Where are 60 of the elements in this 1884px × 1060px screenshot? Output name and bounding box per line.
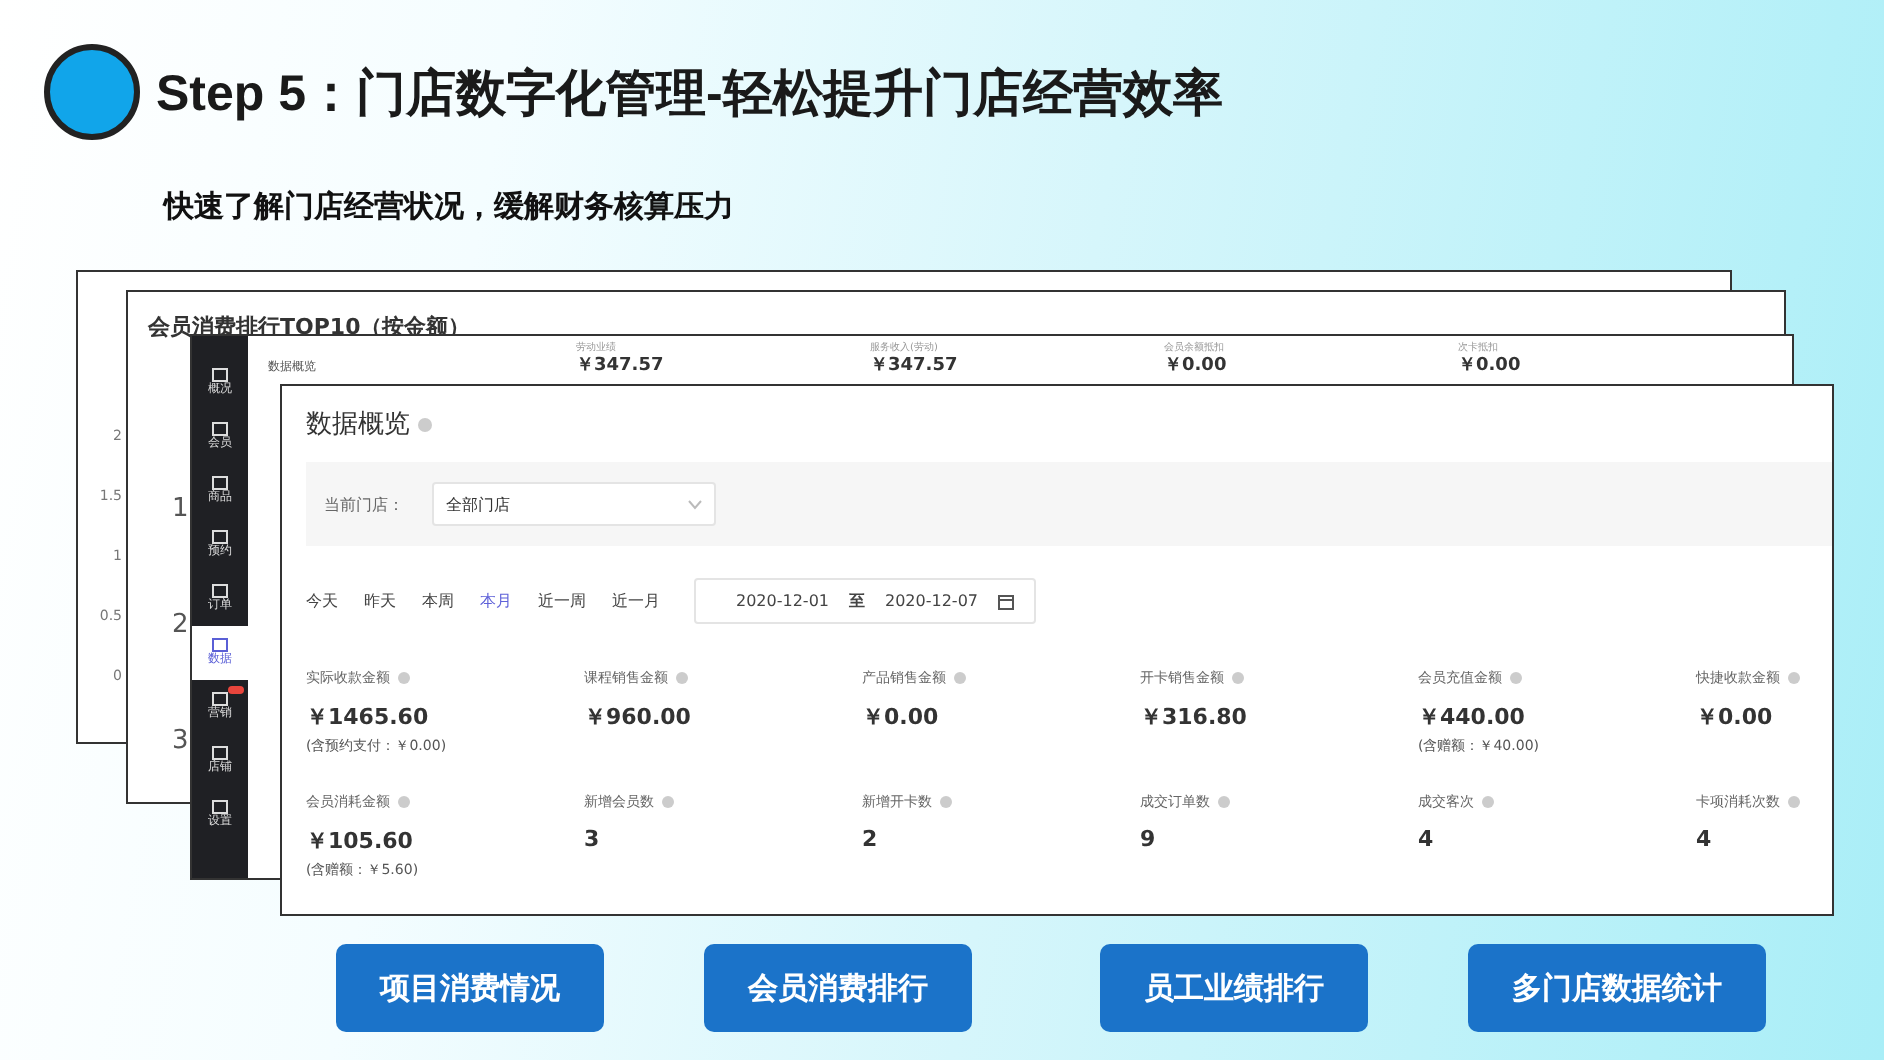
store-label: 当前门店：	[324, 493, 404, 515]
stat-value: ￥440.00	[1418, 702, 1525, 732]
info-icon	[398, 672, 410, 684]
date-tab[interactable]: 近一月	[612, 590, 660, 612]
info-icon	[418, 417, 432, 431]
stat-value: 9	[1140, 826, 1156, 852]
square-icon	[212, 746, 228, 760]
info-icon	[676, 672, 688, 684]
date-tab[interactable]: 昨天	[364, 590, 396, 612]
date-range-field[interactable]: 2020-12-01 至 2020-12-07	[694, 578, 1036, 624]
square-icon	[212, 368, 228, 382]
rank-number: 3	[172, 728, 189, 756]
info-icon	[1482, 796, 1494, 808]
calendar-icon	[998, 593, 1014, 609]
stat-value: ￥0.00	[1458, 356, 1521, 378]
date-tab[interactable]: 本月	[480, 590, 512, 612]
stat-value: ￥0.00	[1696, 702, 1773, 732]
feature-button[interactable]: 员工业绩排行	[1100, 944, 1368, 1032]
info-icon	[1510, 672, 1522, 684]
info-icon	[940, 796, 952, 808]
store-select[interactable]: 全部门店	[432, 482, 716, 526]
stat-value: ￥0.00	[862, 702, 939, 732]
info-icon	[1788, 796, 1800, 808]
stat-value: ￥0.00	[1164, 356, 1227, 378]
date-tab[interactable]: 近一周	[538, 590, 586, 612]
stat-value: ￥347.57	[576, 356, 664, 378]
square-icon	[212, 638, 228, 652]
date-tab[interactable]: 本周	[422, 590, 454, 612]
slide-subtitle: 快速了解门店经营状况，缓解财务核算压力	[164, 188, 734, 226]
square-icon	[212, 422, 228, 436]
stat-value: ￥1465.60	[306, 702, 429, 732]
rank-number: 2	[172, 612, 189, 640]
info-icon	[1232, 672, 1244, 684]
stat-value: ￥316.80	[1140, 702, 1247, 732]
caret-icon	[688, 499, 702, 509]
stat-value: 4	[1418, 826, 1434, 852]
circle-icon	[44, 44, 140, 140]
slide-title: Step 5：门店数字化管理-轻松提升门店经营效率	[156, 63, 1223, 125]
stat-value: ￥347.57	[870, 356, 958, 378]
info-icon	[1788, 672, 1800, 684]
stat-value: ￥960.00	[584, 702, 691, 732]
square-icon	[212, 692, 228, 706]
feature-button[interactable]: 会员消费排行	[704, 944, 972, 1032]
stat-value: ￥105.60	[306, 826, 413, 856]
square-icon	[212, 530, 228, 544]
rank-number: 1	[172, 496, 189, 524]
info-icon	[1218, 796, 1230, 808]
feature-button[interactable]: 多门店数据统计	[1468, 944, 1766, 1032]
square-icon	[212, 584, 228, 598]
square-icon	[212, 800, 228, 814]
info-icon	[662, 796, 674, 808]
info-icon	[954, 672, 966, 684]
panel-title: 数据概览	[306, 408, 410, 442]
stat-value: 3	[584, 826, 600, 852]
square-icon	[212, 476, 228, 490]
feature-button[interactable]: 项目消费情况	[336, 944, 604, 1032]
info-icon	[398, 796, 410, 808]
date-tab[interactable]: 今天	[306, 590, 338, 612]
stat-value: 4	[1696, 826, 1712, 852]
stat-value: 2	[862, 826, 878, 852]
